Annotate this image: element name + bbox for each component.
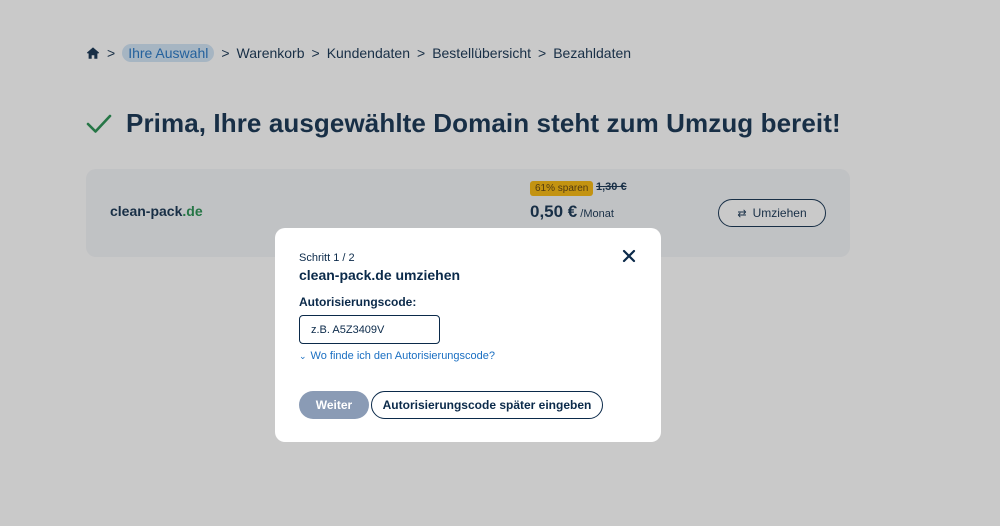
- auth-code-input[interactable]: [299, 315, 440, 344]
- modal-step: Schritt 1 / 2: [299, 252, 355, 264]
- auth-code-label: Autorisierungscode:: [299, 295, 417, 309]
- close-icon[interactable]: [622, 249, 636, 263]
- modal-title: clean-pack.de umziehen: [299, 267, 461, 283]
- next-button[interactable]: Weiter: [299, 391, 369, 419]
- enter-later-button[interactable]: Autorisierungscode später eingeben: [371, 391, 603, 419]
- transfer-modal: Schritt 1 / 2 clean-pack.de umziehen Aut…: [275, 228, 661, 442]
- auth-code-help-link[interactable]: ⌄ Wo finde ich den Autorisierungscode?: [299, 350, 495, 362]
- chevron-down-icon: ⌄: [299, 350, 307, 361]
- help-link-label: Wo finde ich den Autorisierungscode?: [310, 350, 496, 362]
